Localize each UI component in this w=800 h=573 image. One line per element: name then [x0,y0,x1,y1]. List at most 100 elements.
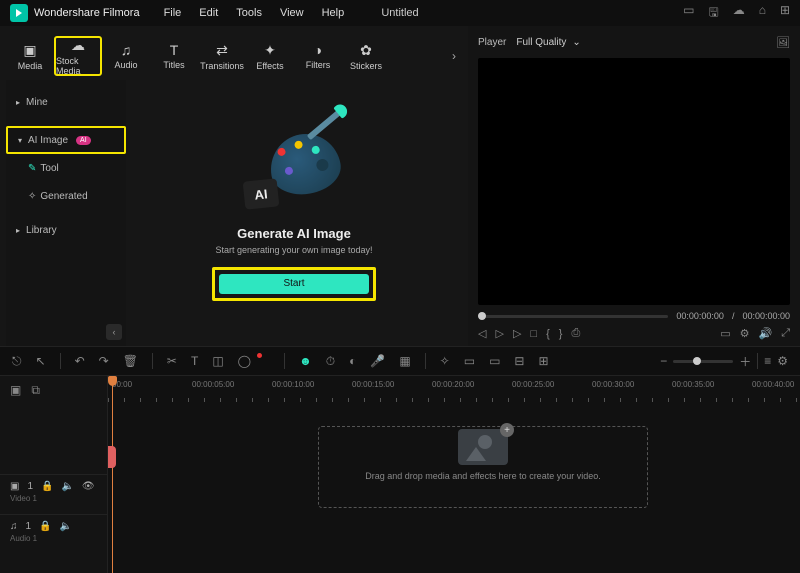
tabs-more[interactable]: › [446,49,462,63]
menu-view[interactable]: View [280,7,304,19]
snapshot-icon[interactable]: 🖼 [776,36,790,49]
start-highlight: Start [212,267,376,301]
zoom-out-icon[interactable]: − [660,354,667,368]
tab-media[interactable]: ▣Media [6,36,54,76]
tab-stock-media[interactable]: ☁Stock Media [54,36,102,76]
color-icon[interactable]: ◐ [349,354,356,368]
menu-file[interactable]: File [164,7,182,19]
play-icon[interactable]: ▷ [495,327,503,340]
content-area: AI Generate AI Image Start generating yo… [126,80,462,346]
panel-tabs: ▣Media ☁Stock Media ♫Audio TTitles ⇄Tran… [6,32,462,80]
tab-titles[interactable]: TTitles [150,36,198,76]
save-icon[interactable]: 🖫 [708,3,718,24]
volume-icon[interactable]: 🔊 [758,327,772,340]
grid-icon[interactable]: ⊞ [780,3,790,24]
quality-dropdown[interactable]: Full Quality⌄ [516,37,580,48]
undo-icon[interactable]: ↶ [75,354,85,368]
zoom-in-icon[interactable]: ＋ [739,353,751,370]
media-panel: ▣Media ☁Stock Media ♫Audio TTitles ⇄Tran… [0,26,468,346]
delete-icon[interactable]: 🗑 [123,354,138,368]
keyframe-icon[interactable]: ✧ [440,354,450,368]
zoom-slider[interactable] [673,360,733,363]
drop-zone[interactable]: + Drag and drop media and effects here t… [318,426,648,508]
sidebar-item-mine[interactable]: Mine [6,88,126,116]
tab-stickers[interactable]: ✿Stickers [342,36,390,76]
ai-toolbar-icon[interactable]: ☻ [299,354,312,368]
menu-tools[interactable]: Tools [236,7,262,19]
grid2-icon[interactable]: ▦ [399,354,410,368]
tab-filters[interactable]: ◑Filters [294,36,342,76]
stop-icon[interactable]: □ [530,328,537,340]
video-icon: ▣ [10,481,19,492]
playhead[interactable] [112,376,113,573]
settings-icon[interactable]: ⚙ [740,327,750,340]
sidebar-item-tool[interactable]: ✎Tool [6,154,126,182]
title-bar: Wondershare Filmora File Edit Tools View… [0,0,800,26]
lock2-icon[interactable]: 🔒 [39,521,51,532]
chevron-down-icon: ⌄ [572,37,580,48]
scrub-handle[interactable] [478,312,486,320]
menu-edit[interactable]: Edit [199,7,218,19]
sidebar: Mine AI ImageAI ✎Tool ✧Generated Library… [6,80,126,346]
play2-icon[interactable]: ▷ [513,327,521,340]
mark-in-icon[interactable]: { [546,328,550,340]
record-icon[interactable]: ◯ [238,354,251,368]
mute-icon[interactable]: 🔈 [61,481,73,492]
prev-frame-icon[interactable]: ◁ [478,327,486,340]
pointer-icon[interactable]: ↖ [36,354,46,368]
display-icon[interactable]: ▭ [720,327,730,340]
marker-icon[interactable]: ▭ [464,354,475,368]
mark-out-icon[interactable]: } [559,328,563,340]
sidebar-item-generated[interactable]: ✧Generated [6,182,126,210]
tab-audio[interactable]: ♫Audio [102,36,150,76]
mic-icon[interactable]: 🎤 [370,354,385,368]
track2-icon[interactable]: ⊟ [514,354,524,368]
fullscreen-icon[interactable]: ⤢ [781,327,790,340]
track3-icon[interactable]: ⊞ [538,354,548,368]
speed-icon[interactable]: ⏱ [326,354,335,369]
text-icon[interactable]: T [191,354,198,368]
clip-icon[interactable]: ⎙ [571,327,580,340]
wand-icon: ✎ [28,163,36,174]
sidebar-item-library[interactable]: Library [6,216,126,244]
content-subtitle: Start generating your own image today! [215,245,372,255]
split-icon[interactable]: ✂ [167,354,177,368]
cloud-icon[interactable]: ☁ [733,3,745,24]
sidebar-collapse-button[interactable]: ‹ [106,324,122,340]
titles-icon: T [170,42,179,58]
scrub-track[interactable] [478,315,668,318]
gear-icon[interactable]: ⚙ [777,354,788,368]
media-icon: ▣ [23,42,36,59]
ai-badge: AI [76,136,91,145]
zoom-handle[interactable] [693,357,701,365]
timeline-tracks[interactable]: 00:00 00:00:05:00 00:00:10:00 00:00:15:0… [108,376,800,573]
content-title: Generate AI Image [237,226,351,241]
audio-track-header[interactable]: ♫1🔒🔈 Audio 1 [0,514,107,554]
audio-icon: ♫ [121,42,132,58]
preview-screen[interactable] [478,58,790,305]
mute2-icon[interactable]: 🔈 [60,521,72,532]
video-track-header[interactable]: ▣1🔒🔈👁 Video 1 [0,474,107,514]
drop-thumb-icon: + [458,429,508,465]
transitions-icon: ⇄ [216,42,228,59]
track-handle[interactable] [108,446,116,468]
layers-icon[interactable]: ▣ [10,383,21,397]
sidebar-item-ai-image[interactable]: AI ImageAI [6,126,126,154]
export-icon[interactable]: ⎋ [12,354,22,369]
list-icon[interactable]: ≡ [764,354,771,368]
time-ruler[interactable]: 00:00 00:00:05:00 00:00:10:00 00:00:15:0… [108,376,800,404]
tab-transitions[interactable]: ⇄Transitions [198,36,246,76]
crop-icon[interactable]: ◫ [212,354,223,368]
tab-effects[interactable]: ✦Effects [246,36,294,76]
link-icon[interactable]: ⧉ [31,383,40,398]
track1-icon[interactable]: ▭ [489,354,500,368]
eye-icon[interactable]: 👁 [82,481,95,492]
start-button[interactable]: Start [219,274,369,294]
filters-icon: ◑ [314,42,322,58]
device-icon[interactable]: ▭ [683,3,694,24]
redo-icon[interactable]: ↷ [99,354,109,368]
menu-help[interactable]: Help [322,7,345,19]
lock-icon[interactable]: 🔒 [41,481,53,492]
headset-icon[interactable]: ⌂ [759,3,766,24]
effects-icon: ✦ [264,42,276,59]
